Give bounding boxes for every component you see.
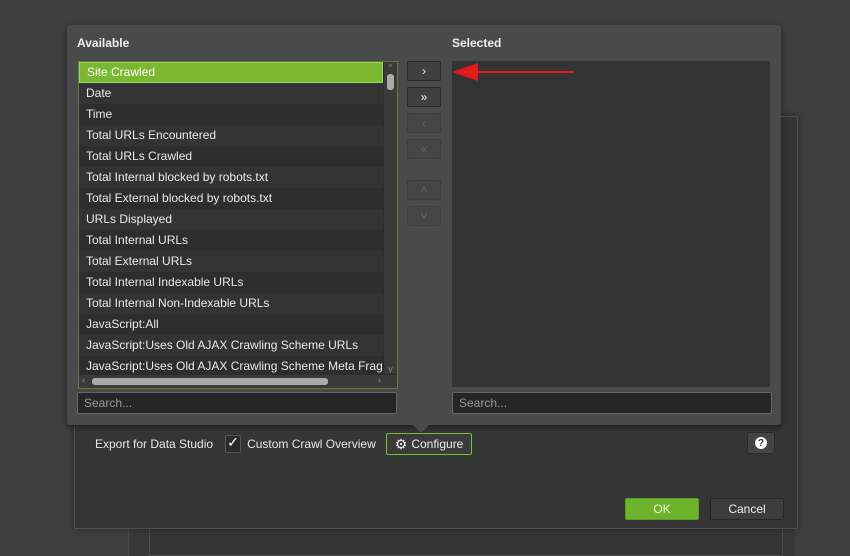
configure-label: Configure [411,437,464,451]
selected-list[interactable] [452,61,770,387]
available-list-rows: Site Crawled Date Time Total URLs Encounter… [79,62,383,377]
available-list-item[interactable]: Total Internal blocked by robots.txt [79,167,383,188]
ok-button[interactable]: OK [625,498,699,520]
available-list-item[interactable]: Total External blocked by robots.txt [79,188,383,209]
available-list-item[interactable]: JavaScript:Uses Old AJAX Crawling Scheme… [79,356,383,377]
custom-crawl-overview-checkbox[interactable]: ✓ [225,434,242,453]
help-button[interactable]: ? [747,432,775,454]
available-list-item[interactable]: Date [79,83,383,104]
available-list-item[interactable]: JavaScript:Uses Old AJAX Crawling Scheme… [79,335,383,356]
custom-crawl-overview-label: Custom Crawl Overview [247,437,376,451]
scroll-right-icon[interactable]: › [378,375,381,386]
configure-columns-popup: Available Selected Site Crawled Date Time T… [67,25,781,433]
gear-icon: ⚙ [394,435,408,452]
popup-pointer [413,425,429,433]
available-list-item[interactable]: Total URLs Crawled [79,146,383,167]
available-list[interactable]: Site Crawled Date Time Total URLs Encounter… [78,61,398,389]
available-heading: Available [77,36,130,50]
annotation-arrow-head [452,63,478,81]
available-list-item[interactable]: JavaScript:All [79,314,383,335]
scroll-up-icon[interactable]: ^ [384,62,397,72]
remove-all-button[interactable]: « [407,139,441,159]
available-list-item[interactable]: Site Crawled [79,62,383,83]
selected-search-input[interactable]: Search... [452,392,772,414]
annotation-arrow [452,63,574,81]
available-list-item[interactable]: Time [79,104,383,125]
vertical-scroll-thumb[interactable] [387,74,394,90]
available-list-item[interactable]: Total External URLs [79,251,383,272]
available-list-item[interactable]: Total Internal Indexable URLs [79,272,383,293]
horizontal-scroll-thumb[interactable] [92,378,328,385]
configure-button[interactable]: ⚙ Configure [385,433,473,455]
checkmark-icon: ✓ [227,434,239,450]
available-list-item[interactable]: Total Internal URLs [79,230,383,251]
scroll-down-icon[interactable]: v [384,364,397,374]
move-up-button[interactable]: ˄ [407,180,441,200]
remove-button[interactable]: ‹ [407,113,441,133]
move-down-button[interactable]: ˅ [407,206,441,226]
available-list-item[interactable]: Total URLs Encountered [79,125,383,146]
selected-heading: Selected [452,36,502,50]
add-all-button[interactable]: » [407,87,441,107]
add-button[interactable]: › [407,61,441,81]
scroll-left-icon[interactable]: ‹ [82,375,85,386]
available-search-input[interactable]: Search... [77,392,397,414]
available-list-item[interactable]: Total Internal Non-Indexable URLs [79,293,383,314]
export-for-data-studio-label: Export for Data Studio [95,437,214,451]
question-circle-icon: ? [755,437,767,449]
available-list-item[interactable]: URLs Displayed [79,209,383,230]
cancel-button[interactable]: Cancel [710,498,784,520]
vertical-scrollbar[interactable]: ^ v [384,62,397,374]
horizontal-scrollbar[interactable]: ‹ › [79,375,397,388]
export-options-row: Export for Data Studio ✓ Custom Crawl Ov… [95,433,473,455]
